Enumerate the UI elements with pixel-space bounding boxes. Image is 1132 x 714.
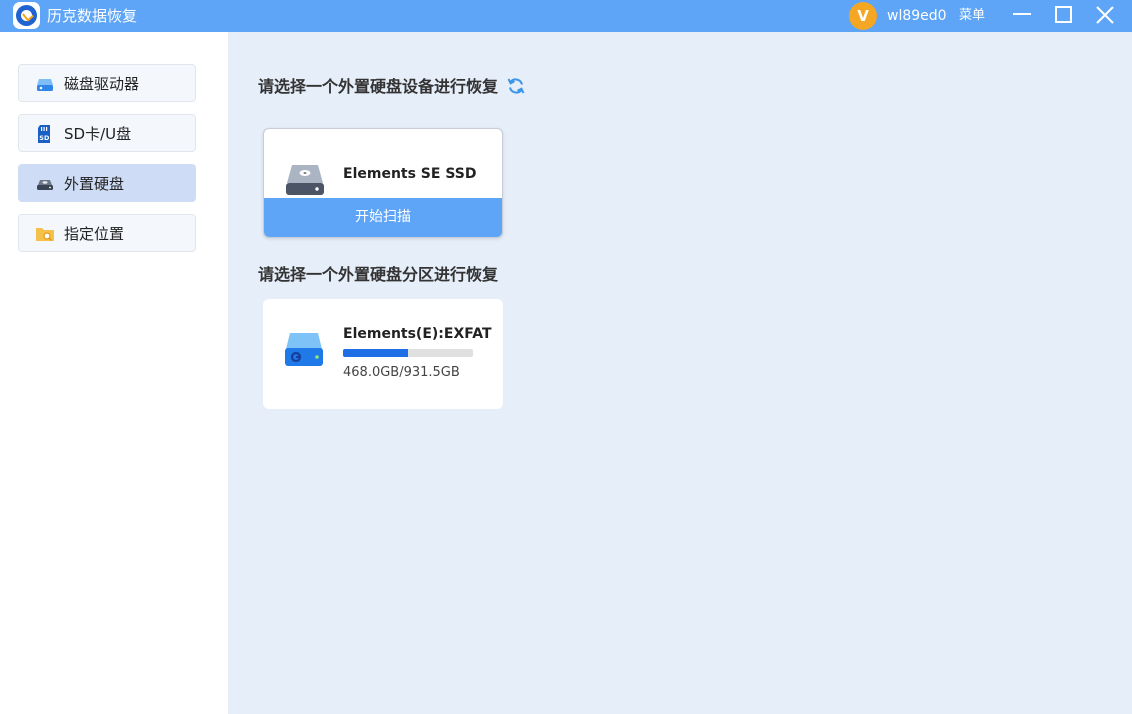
- app-logo-icon: [13, 2, 40, 29]
- menu-button[interactable]: 菜单: [959, 8, 985, 24]
- partition-drive-icon: [285, 333, 323, 366]
- sidebar-item-label: 磁盘驱动器: [64, 75, 140, 93]
- sidebar-item-label: 外置硬盘: [64, 175, 125, 193]
- minimize-button[interactable]: [1010, 4, 1034, 28]
- title-bar: 历克数据恢复 V wl89ed0 菜单: [0, 0, 1132, 32]
- device-card[interactable]: Elements SE SSD 开始扫描: [263, 128, 503, 238]
- close-icon: [1096, 6, 1114, 24]
- app-title: 历克数据恢复: [47, 7, 138, 25]
- sidebar-item-label: 指定位置: [64, 225, 125, 243]
- refresh-icon[interactable]: [506, 76, 526, 96]
- svg-text:SD: SD: [39, 134, 50, 142]
- device-name: Elements SE SSD: [343, 166, 477, 182]
- hard-drive-icon: [286, 165, 324, 195]
- disk-drive-icon: [37, 79, 53, 91]
- maximize-icon: [1055, 6, 1072, 23]
- sidebar-item-label: SD卡/U盘: [64, 125, 132, 143]
- avatar[interactable]: V: [849, 2, 877, 30]
- usage-progress-fill: [343, 349, 409, 357]
- folder-search-icon: [36, 228, 54, 242]
- start-scan-button[interactable]: 开始扫描: [264, 198, 502, 237]
- sd-card-icon: SD: [38, 125, 50, 143]
- device-section-title: 请选择一个外置硬盘设备进行恢复: [258, 77, 499, 96]
- sidebar: 磁盘驱动器 SD SD卡/U盘 外置硬盘 指定位置: [0, 32, 228, 714]
- partition-section-title: 请选择一个外置硬盘分区进行恢复: [258, 265, 499, 284]
- close-button[interactable]: [1093, 4, 1117, 28]
- maximize-button[interactable]: [1052, 4, 1076, 28]
- external-drive-icon: [37, 180, 53, 190]
- sidebar-item-location[interactable]: 指定位置: [18, 214, 196, 252]
- sidebar-item-sd-card[interactable]: SD SD卡/U盘: [18, 114, 196, 152]
- usage-progress-bar: [343, 349, 473, 357]
- sidebar-item-external-drive[interactable]: 外置硬盘: [18, 164, 196, 202]
- partition-size: 468.0GB/931.5GB: [343, 365, 460, 380]
- username[interactable]: wl89ed0: [887, 7, 947, 25]
- partition-name: Elements(E):EXFAT: [343, 326, 492, 342]
- minimize-icon: [1013, 13, 1031, 15]
- sidebar-item-disk-drive[interactable]: 磁盘驱动器: [18, 64, 196, 102]
- partition-card[interactable]: Elements(E):EXFAT 468.0GB/931.5GB: [263, 299, 503, 409]
